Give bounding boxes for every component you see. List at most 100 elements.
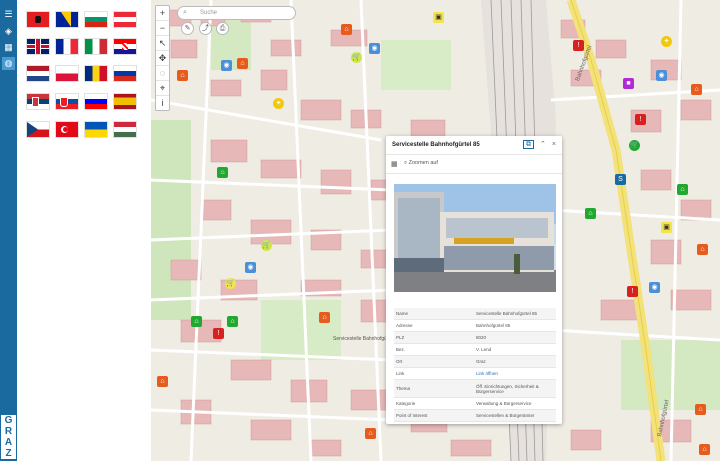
poi-marker[interactable]: ⌂: [237, 58, 248, 69]
close-icon[interactable]: ×: [552, 141, 556, 148]
poi-marker[interactable]: ◉: [656, 70, 667, 81]
zoom-in-button[interactable]: +: [156, 6, 169, 21]
poi-marker[interactable]: ✦: [273, 98, 284, 109]
table-row: Bez. V. Lend: [394, 343, 556, 356]
poi-marker[interactable]: !: [213, 328, 224, 339]
globe-icon[interactable]: ◍: [2, 57, 15, 70]
poi-marker[interactable]: ▣: [661, 222, 672, 233]
attribute-table: Name Servicestelle Bahnhofgürtel 85 Adres…: [394, 308, 556, 422]
flag-german[interactable]: [114, 12, 136, 27]
poi-marker[interactable]: ⌂: [585, 208, 596, 219]
search-icon: ⌕: [183, 9, 187, 16]
poi-marker[interactable]: !: [627, 286, 638, 297]
grid-icon[interactable]: ▦: [2, 41, 15, 54]
building-photo: [394, 184, 556, 292]
flag-spanish[interactable]: [114, 94, 136, 109]
popup-title: Servicestelle Bahnhofgürtel 85: [392, 142, 480, 148]
poi-marker[interactable]: !: [635, 114, 646, 125]
poi-marker[interactable]: ▣: [433, 12, 444, 23]
flag-russian[interactable]: [114, 66, 136, 81]
share-tool-button[interactable]: ⤴: [199, 22, 212, 35]
poi-marker[interactable]: ⌂: [177, 70, 188, 81]
poi-marker[interactable]: S: [615, 174, 626, 185]
layers-icon[interactable]: ◈: [2, 25, 15, 38]
select-tool-button[interactable]: ↖: [156, 36, 169, 51]
poi-marker[interactable]: ◉: [221, 60, 232, 71]
poi-marker[interactable]: ◉: [245, 262, 256, 273]
poi-marker[interactable]: 🛒: [629, 140, 640, 151]
open-window-icon[interactable]: ⧉: [523, 140, 535, 149]
table-row: Kategorie Verwaltung & Bürgerservice: [394, 397, 556, 410]
popup-toolbar: ▦ ⌕ Zoomen auf: [386, 154, 562, 174]
poi-marker[interactable]: ⌂: [341, 24, 352, 35]
poi-marker[interactable]: ⌂: [691, 84, 702, 95]
flag-polish[interactable]: [56, 66, 78, 81]
attribute-key: Name: [394, 308, 474, 320]
flag-french[interactable]: [56, 39, 78, 54]
external-link[interactable]: Link öffnen: [476, 371, 498, 376]
table-row: Thema Öff. Einrichtungen, Sicherheit & Bü…: [394, 379, 556, 398]
attribute-value: Öff. Einrichtungen, Sicherheit & Bürgers…: [474, 379, 556, 398]
flag-slovenian[interactable]: [85, 94, 107, 109]
table-row: Point of Interest Servicestellen & Bürger…: [394, 409, 556, 422]
popup-actions: ⧉ ⌃ ×: [517, 140, 556, 149]
poi-marker[interactable]: ⌂: [365, 428, 376, 439]
flag-albanian[interactable]: [27, 12, 49, 27]
poi-marker[interactable]: ⌂: [217, 167, 228, 178]
print-tool-button[interactable]: ⎙: [216, 22, 229, 35]
poi-marker[interactable]: ⌂: [699, 444, 710, 455]
poi-marker[interactable]: ■: [623, 78, 634, 89]
measure-tool-button[interactable]: ◌: [156, 66, 169, 81]
flag-serbian[interactable]: [27, 94, 49, 109]
table-row: Link Link öffnen: [394, 367, 556, 380]
poi-marker[interactable]: ⌂: [695, 404, 706, 415]
building-label: Servicestelle Bahnhofgürtel: [333, 336, 394, 342]
poi-marker[interactable]: ⌂: [191, 316, 202, 327]
locate-button[interactable]: ⌖: [156, 81, 169, 96]
flag-czech[interactable]: [27, 122, 49, 137]
attribute-value: V. Lend: [474, 343, 556, 356]
map-toolbar: + − ↖ ✥ ◌ ⌖ i: [155, 5, 170, 111]
flag-hungarian[interactable]: [114, 122, 136, 137]
zoom-to-link[interactable]: ⌕ Zoomen auf: [404, 160, 438, 167]
flag-turkish[interactable]: [56, 122, 78, 137]
poi-marker[interactable]: 🛒: [351, 52, 362, 63]
app-sidebar-strip: ☰ ◈ ▦ ◍ GRAZ: [0, 0, 17, 461]
poi-marker[interactable]: ⌂: [157, 376, 168, 387]
poi-marker[interactable]: ⌂: [319, 312, 330, 323]
poi-marker[interactable]: ⌂: [227, 316, 238, 327]
attribute-value: 8020: [474, 331, 556, 344]
graz-logo: GRAZ: [1, 415, 16, 459]
flag-dutch[interactable]: [27, 66, 49, 81]
attribute-value: Servicestelle Bahnhofgürtel 85: [474, 308, 556, 320]
poi-marker[interactable]: !: [573, 40, 584, 51]
poi-marker[interactable]: ◉: [369, 43, 380, 54]
flag-bulgarian[interactable]: [85, 12, 107, 27]
poi-marker[interactable]: 🛒: [261, 240, 272, 251]
poi-marker[interactable]: ⌂: [697, 244, 708, 255]
poi-marker[interactable]: ✦: [661, 36, 672, 47]
search-input[interactable]: ⌕ Suche: [177, 6, 296, 20]
flag-croatian[interactable]: [114, 39, 136, 54]
attribute-key: Thema: [394, 379, 474, 398]
flag-slovak[interactable]: [56, 94, 78, 109]
flag-english[interactable]: [27, 39, 49, 54]
flag-ukrainian[interactable]: [85, 122, 107, 137]
menu-icon[interactable]: ☰: [2, 8, 15, 21]
zoom-out-button[interactable]: −: [156, 21, 169, 36]
poi-marker[interactable]: ◉: [649, 282, 660, 293]
flag-romanian[interactable]: [85, 66, 107, 81]
pan-tool-button[interactable]: ✥: [156, 51, 169, 66]
attribute-key: Kategorie: [394, 397, 474, 410]
qr-code-icon[interactable]: ▦: [391, 160, 398, 168]
poi-marker[interactable]: 🛒: [225, 278, 236, 289]
flag-italian[interactable]: [85, 39, 107, 54]
collapse-icon[interactable]: ⌃: [540, 141, 546, 148]
attribute-key: Bez.: [394, 343, 474, 356]
info-button[interactable]: i: [156, 96, 169, 110]
poi-marker[interactable]: ⌂: [677, 184, 688, 195]
draw-tool-button[interactable]: ✎: [181, 22, 194, 35]
flag-bosnian[interactable]: [56, 12, 78, 27]
table-row: Name Servicestelle Bahnhofgürtel 85: [394, 308, 556, 320]
attribute-value: Servicestellen & Bürgerämter: [474, 409, 556, 422]
